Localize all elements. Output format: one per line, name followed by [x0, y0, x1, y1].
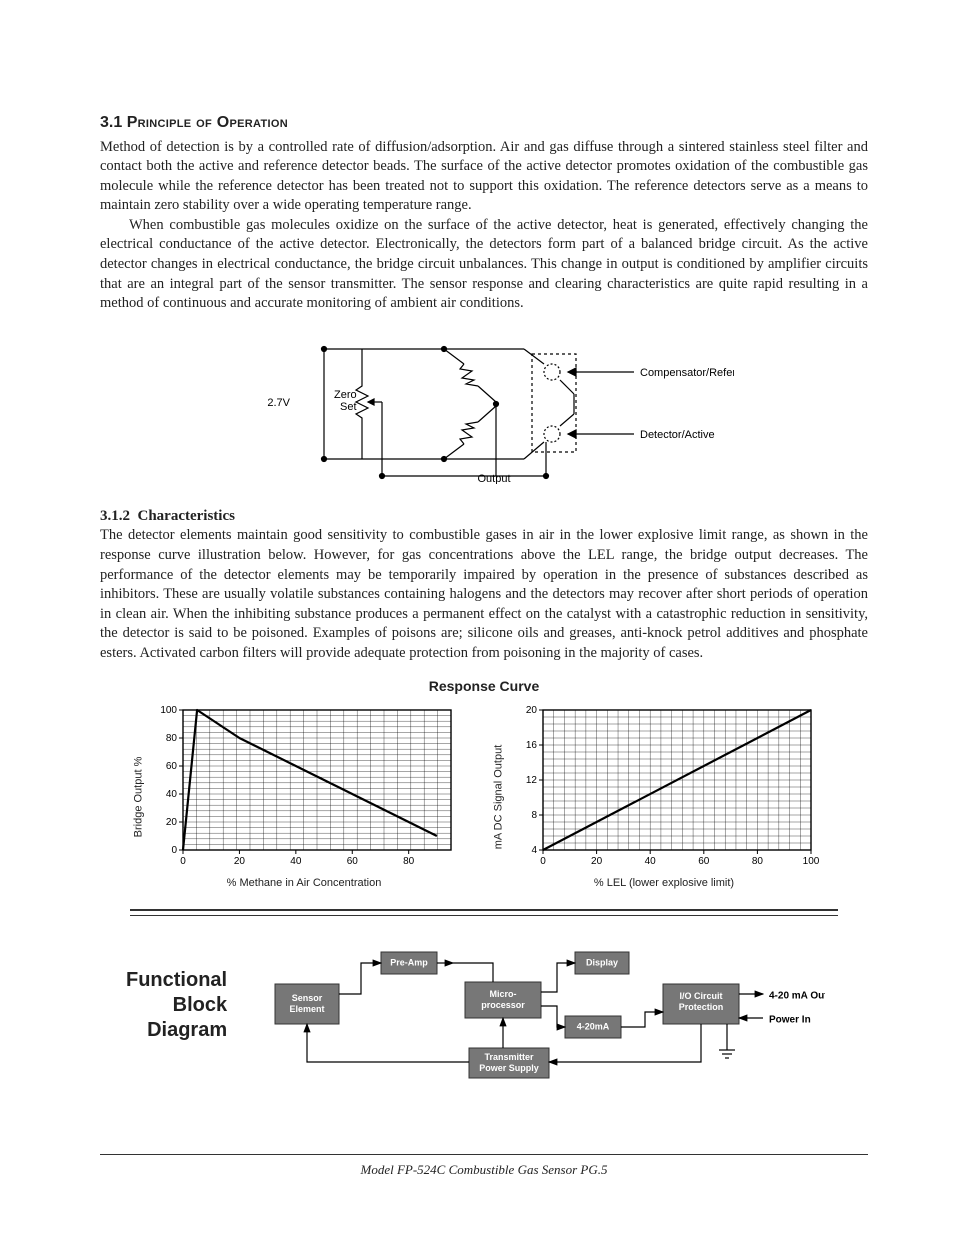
page-footer: Model FP-524C Combustible Gas Sensor PG.… [100, 1154, 868, 1179]
svg-text:60: 60 [347, 856, 359, 867]
svg-text:20: 20 [234, 856, 246, 867]
fbd-out-label: 4-20 mA Out [769, 991, 825, 1002]
divider-line [130, 909, 838, 916]
paragraph-1: Method of detection is by a controlled r… [100, 138, 868, 216]
svg-text:20: 20 [591, 856, 603, 867]
svg-text:20: 20 [526, 705, 538, 716]
svg-text:12: 12 [526, 775, 538, 786]
svg-text:60: 60 [698, 856, 710, 867]
functional-block-diagram: SensorElement Pre-Amp Micro-processor Di… [265, 946, 825, 1086]
section-number: 3.1 [100, 114, 122, 131]
schematic-detector-label: Detector/Active [640, 429, 715, 441]
chart1-ylabel: Bridge Output % [132, 756, 147, 837]
fbd-io: I/O CircuitProtection [679, 992, 724, 1013]
svg-text:80: 80 [166, 733, 178, 744]
svg-text:0: 0 [180, 856, 186, 867]
svg-text:0: 0 [540, 856, 546, 867]
fbd-mA: 4-20mA [577, 1022, 610, 1032]
svg-text:100: 100 [803, 856, 819, 867]
schematic-voltage-label: 2.7V [267, 397, 290, 409]
svg-text:80: 80 [752, 856, 764, 867]
fbd-txps: TransmitterPower Supply [479, 1053, 539, 1074]
svg-text:40: 40 [166, 789, 178, 800]
svg-text:40: 40 [290, 856, 302, 867]
fbd-display: Display [586, 958, 618, 968]
fbd-title: FunctionalBlockDiagram [126, 968, 227, 1043]
svg-text:4: 4 [531, 845, 537, 856]
section-heading: 3.1 Principle of Operation [100, 112, 868, 134]
fbd-sensor: SensorElement [290, 994, 325, 1015]
chart1-xlabel: % Methane in Air Concentration [149, 876, 459, 891]
subsection-heading: 3.1.2 Characteristics [100, 506, 868, 526]
chart-mA-output: mA DC Signal Output 02040608010048121620… [509, 702, 819, 891]
svg-text:20: 20 [166, 817, 178, 828]
paragraph-3: The detector elements maintain good sens… [100, 526, 868, 663]
section-title: Principle of Operation [127, 114, 288, 131]
svg-text:100: 100 [160, 705, 177, 716]
chart-bridge-output: Bridge Output % 020406080020406080100 % … [149, 702, 459, 891]
schematic-zero-label: ZeroSet [334, 389, 357, 413]
svg-text:16: 16 [526, 740, 538, 751]
schematic-compensator-label: Compensator/Reference [640, 367, 734, 379]
chart2-ylabel: mA DC Signal Output [492, 744, 507, 849]
svg-text:60: 60 [166, 761, 178, 772]
fbd-powerin-label: Power In [769, 1015, 811, 1026]
svg-text:8: 8 [531, 810, 537, 821]
paragraph-2: When combustible gas molecules oxidize o… [100, 216, 868, 314]
subsection-title: Characteristics [138, 508, 235, 524]
bridge-schematic: 2.7V ZeroSet Compensator/Reference Detec… [234, 334, 734, 491]
fbd-preamp: Pre-Amp [390, 958, 428, 968]
subsection-number: 3.1.2 [100, 508, 130, 524]
schematic-output-label: Output [477, 473, 510, 484]
svg-text:0: 0 [171, 845, 177, 856]
response-curve-title: Response Curve [100, 677, 868, 696]
svg-text:40: 40 [645, 856, 657, 867]
svg-text:80: 80 [403, 856, 415, 867]
chart2-xlabel: % LEL (lower explosive limit) [509, 876, 819, 891]
